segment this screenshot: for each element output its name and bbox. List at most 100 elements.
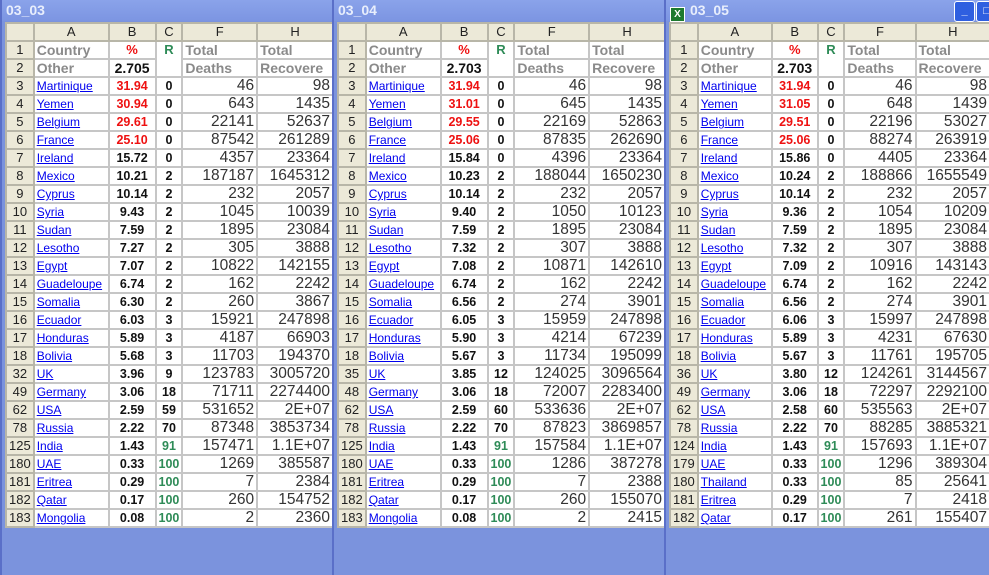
percent-cell[interactable]: 3.06 <box>439 382 489 402</box>
country-cell[interactable]: UK <box>32 364 110 384</box>
country-cell[interactable]: USA <box>364 400 442 420</box>
total-recovered-cell[interactable]: 10123 <box>588 202 666 222</box>
percent-cell[interactable]: 1.43 <box>770 436 819 456</box>
row-header[interactable]: 35 <box>337 364 367 384</box>
total-recovered-cell[interactable]: 155407 <box>914 508 989 528</box>
country-link[interactable]: Yemen <box>701 97 738 111</box>
country-link[interactable]: Belgium <box>701 115 744 129</box>
r-cell[interactable]: 0 <box>486 76 516 96</box>
total-deaths-cell[interactable]: 11761 <box>843 346 917 366</box>
column-header-B[interactable]: B <box>770 22 819 42</box>
row-header[interactable]: 7 <box>669 148 699 168</box>
total-recovered-cell[interactable]: 3888 <box>914 238 989 258</box>
r-cell[interactable]: 100 <box>486 490 516 510</box>
r-cell[interactable]: 0 <box>816 148 846 168</box>
country-cell[interactable]: India <box>364 436 442 456</box>
percent-cell[interactable]: 6.74 <box>439 274 489 294</box>
country-cell[interactable]: Ireland <box>696 148 773 168</box>
row-header[interactable]: 78 <box>337 418 367 438</box>
r-cell[interactable]: 2 <box>816 184 846 204</box>
country-link[interactable]: Martinique <box>701 79 757 93</box>
total-recovered-cell[interactable]: 3901 <box>588 292 666 312</box>
country-cell[interactable]: Guadeloupe <box>696 274 773 294</box>
total-deaths-cell[interactable]: 46 <box>843 76 917 96</box>
percent-cell[interactable]: 7.07 <box>107 256 157 276</box>
r-cell[interactable]: 3 <box>816 346 846 366</box>
country-link[interactable]: Bolivia <box>369 349 404 363</box>
country-link[interactable]: Honduras <box>701 331 753 345</box>
r-cell[interactable]: 100 <box>486 508 516 528</box>
row-header[interactable]: 36 <box>669 364 699 384</box>
total-recovered-cell[interactable]: 194370 <box>256 346 334 366</box>
total-deaths-cell[interactable]: 15959 <box>513 310 591 330</box>
percent-cell[interactable]: 0.08 <box>439 508 489 528</box>
r-cell[interactable]: 2 <box>154 274 184 294</box>
percent-cell[interactable]: 3.85 <box>439 364 489 384</box>
r-cell[interactable]: 0 <box>154 94 184 114</box>
country-cell[interactable]: UK <box>696 364 773 384</box>
percent-cell[interactable]: 7.32 <box>439 238 489 258</box>
total-recovered-cell[interactable]: 1645312 <box>256 166 334 186</box>
row-header[interactable]: 16 <box>669 310 699 330</box>
r-cell[interactable]: 0 <box>154 130 184 150</box>
worksheet-grid[interactable]: ABCFH 1 Country % R Total Total 2 Other … <box>5 22 334 528</box>
country-link[interactable]: Ireland <box>369 151 406 165</box>
percent-cell[interactable]: 6.03 <box>107 310 157 330</box>
row-header[interactable]: 12 <box>669 238 699 258</box>
country-link[interactable]: Somalia <box>701 295 744 309</box>
percent-cell[interactable]: 5.68 <box>107 346 157 366</box>
country-link[interactable]: UAE <box>37 457 62 471</box>
total-recovered-cell[interactable]: 10039 <box>256 202 334 222</box>
r-cell[interactable]: 2 <box>816 274 846 294</box>
total-deaths-cell[interactable]: 1269 <box>181 454 259 474</box>
total-recovered-cell[interactable]: 2242 <box>588 274 666 294</box>
r-cell[interactable]: 2 <box>154 184 184 204</box>
row-header[interactable]: 6 <box>669 130 699 150</box>
r-cell[interactable]: 2 <box>816 292 846 312</box>
row-header[interactable]: 2 <box>337 58 367 78</box>
country-link[interactable]: Egypt <box>37 259 68 273</box>
total-deaths-cell[interactable]: 4214 <box>513 328 591 348</box>
percent-cell[interactable]: 10.14 <box>770 184 819 204</box>
row-header[interactable]: 16 <box>337 310 367 330</box>
total-deaths-cell[interactable]: 123783 <box>181 364 259 384</box>
total-deaths-cell[interactable]: 7 <box>843 490 917 510</box>
country-link[interactable]: Egypt <box>369 259 400 273</box>
r-cell[interactable]: 18 <box>154 382 184 402</box>
row-header[interactable]: 180 <box>337 454 367 474</box>
total-deaths-cell[interactable]: 260 <box>181 490 259 510</box>
percent-cell[interactable]: 2.22 <box>439 418 489 438</box>
country-cell[interactable]: Sudan <box>32 220 110 240</box>
country-cell[interactable]: USA <box>696 400 773 420</box>
country-link[interactable]: Mexico <box>369 169 407 183</box>
country-link[interactable]: Mongolia <box>37 511 86 525</box>
percent-cell[interactable]: 1.43 <box>107 436 157 456</box>
country-link[interactable]: Bolivia <box>701 349 736 363</box>
percent-cell[interactable]: 0.29 <box>107 472 157 492</box>
row-header[interactable]: 7 <box>337 148 367 168</box>
total-recovered-cell[interactable]: 1435 <box>256 94 334 114</box>
r-cell[interactable]: 100 <box>816 508 846 528</box>
row-header[interactable]: 14 <box>337 274 367 294</box>
country-link[interactable]: Honduras <box>37 331 89 345</box>
header-country[interactable]: Country <box>364 40 442 60</box>
total-deaths-cell[interactable]: 71711 <box>181 382 259 402</box>
country-cell[interactable]: Somalia <box>364 292 442 312</box>
country-cell[interactable]: Lesotho <box>32 238 110 258</box>
total-recovered-cell[interactable]: 3888 <box>256 238 334 258</box>
header-recovered[interactable]: Total <box>256 40 334 60</box>
total-deaths-cell[interactable]: 162 <box>843 274 917 294</box>
country-cell[interactable]: Egypt <box>32 256 110 276</box>
r-cell[interactable]: 100 <box>154 490 184 510</box>
total-deaths-cell[interactable]: 7 <box>513 472 591 492</box>
country-cell[interactable]: Martinique <box>696 76 773 96</box>
percent-cell[interactable]: 2.59 <box>107 400 157 420</box>
percent-cell[interactable]: 31.05 <box>770 94 819 114</box>
country-cell[interactable]: Mexico <box>32 166 110 186</box>
country-link[interactable]: Thailand <box>701 475 747 489</box>
total-recovered-cell[interactable]: 3867 <box>256 292 334 312</box>
column-header-F[interactable]: F <box>843 22 917 42</box>
country-link[interactable]: Guadeloupe <box>701 277 766 291</box>
total-recovered-cell[interactable]: 247898 <box>914 310 989 330</box>
percent-cell[interactable]: 3.06 <box>770 382 819 402</box>
